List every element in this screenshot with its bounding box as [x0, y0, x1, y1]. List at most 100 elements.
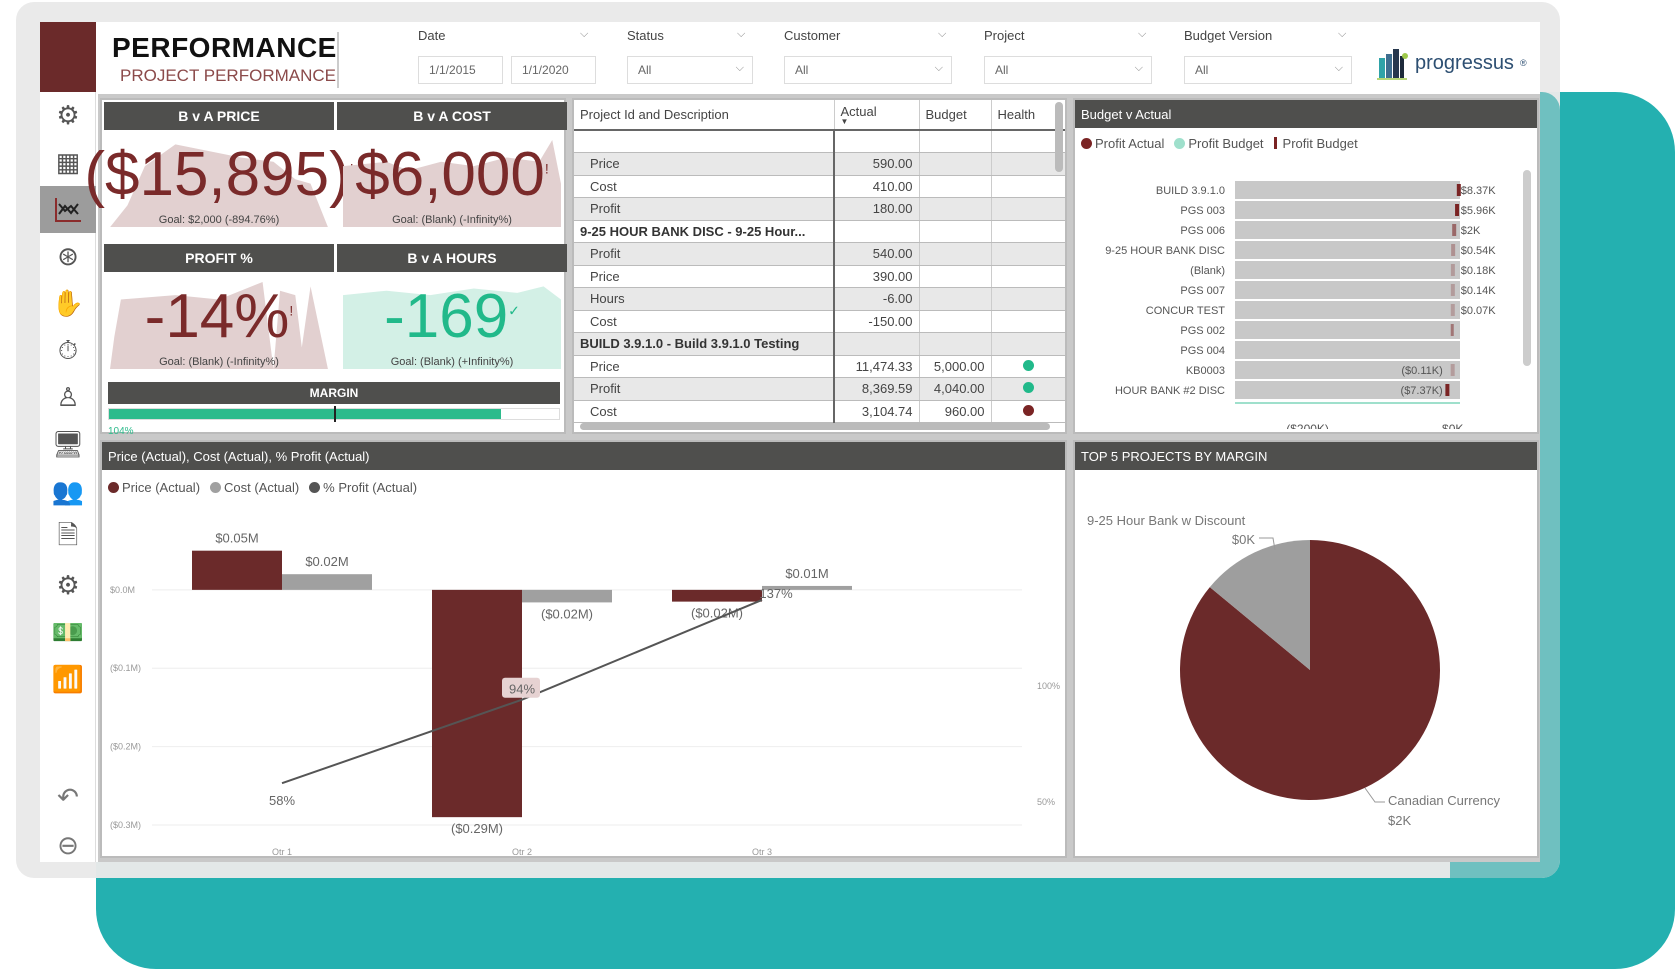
stopwatch-window-icon[interactable]: ⏱ — [40, 327, 96, 374]
legend-swatch — [1081, 138, 1092, 149]
chart-scrollbar[interactable] — [1523, 170, 1531, 366]
table-row[interactable]: Price 390.00 — [574, 265, 1065, 288]
arrow-left-circle-icon[interactable]: ⊖ — [40, 830, 96, 861]
status-filter: Status ⌵ All ⌵ — [627, 28, 753, 84]
top5-margin-panel: TOP 5 PROJECTS BY MARGIN 9-25 Hour Bank … — [1073, 440, 1539, 858]
chevron-down-icon[interactable]: ⌵ — [1138, 28, 1146, 41]
kpi-bva-hours[interactable]: B v A HOURS -169✓ Goal: (Blank) (+Infini… — [337, 244, 567, 382]
report-canvas: B v A PRICE ($15,895)! Goal: $2,000 (-89… — [84, 94, 1540, 862]
chevron-down-icon[interactable]: ⌵ — [1338, 28, 1346, 41]
budget-v-actual-chart: BUILD 3.9.1.0 $8.37K PGS 003 $5.96K PGS 006 $… — [1105, 181, 1496, 436]
cell-actual: 8,369.59 — [833, 377, 919, 401]
chart-legend: Price (Actual) Cost (Actual) % Profit (A… — [102, 470, 1065, 505]
project-select[interactable]: All ⌵ — [984, 56, 1152, 84]
table-horizontal-scrollbar[interactable] — [580, 423, 1050, 430]
panel-title: Budget v Actual — [1075, 100, 1537, 128]
cell-budget — [918, 175, 991, 198]
customer-select-value: All — [795, 63, 809, 77]
bar-data-label: $0.05M — [215, 531, 258, 546]
bva-category-label: 9-25 HOUR BANK DISC — [1105, 245, 1225, 257]
cash-stack-icon[interactable]: 💵 — [40, 609, 96, 656]
status-filter-label: Status — [627, 28, 664, 43]
column-header-actual[interactable]: Actual ▼ — [833, 100, 919, 131]
invoice-icon[interactable]: 🗎 — [40, 515, 96, 562]
coins-hand-icon[interactable]: ✋ — [40, 280, 96, 327]
undo-icon[interactable]: ↶ — [40, 782, 96, 813]
date-end-input[interactable]: 1/1/2020 — [511, 56, 596, 84]
table-row[interactable]: Price 11,474.33 5,000.00 — [574, 355, 1065, 378]
bva-background-bar — [1235, 221, 1460, 239]
chevron-down-icon: ⌵ — [934, 62, 943, 74]
date-start-input[interactable]: 1/1/2015 — [418, 56, 503, 84]
progressus-logo: progressus ® — [1377, 46, 1527, 80]
budget-version-select-value: All — [1195, 63, 1209, 77]
table-row[interactable]: Profit 540.00 — [574, 242, 1065, 266]
margin-target-marker — [334, 406, 336, 422]
price-bar — [672, 589, 762, 602]
chevron-down-icon: ⌵ — [735, 62, 744, 74]
cell-actual — [833, 220, 919, 243]
column-header-budget[interactable]: Budget — [918, 100, 991, 131]
line-data-label: 58% — [269, 793, 295, 808]
monitor-gear-icon[interactable]: 🖥 — [40, 421, 96, 468]
column-header-health[interactable]: Health — [990, 100, 1065, 131]
table-row[interactable]: Price 590.00 — [574, 152, 1065, 176]
legend-item[interactable]: Price (Actual) — [108, 480, 200, 495]
pie-label-name: Canadian Currency — [1388, 793, 1501, 808]
table-row[interactable]: Cost 3,104.74 960.00 — [574, 400, 1065, 423]
kpi-bva-cost[interactable]: B v A COST $6,000! Goal: (Blank) (-Infin… — [337, 102, 567, 240]
bva-category-label: PGS 007 — [1180, 285, 1225, 297]
legend-item[interactable]: Profit Budget — [1174, 136, 1264, 151]
bva-background-bar — [1235, 261, 1460, 279]
bva-x-tick-label: $0K — [1442, 422, 1463, 429]
cell-health — [990, 152, 1065, 176]
table-vertical-scrollbar[interactable] — [1055, 102, 1063, 172]
sort-desc-icon: ▼ — [840, 117, 849, 126]
page-title: PERFORMANCE — [112, 32, 337, 63]
coin-hands-icon[interactable]: ⊛ — [40, 233, 96, 280]
health-status-dot — [1022, 382, 1034, 394]
checkmark-indicator-icon: ✓ — [508, 302, 520, 319]
bva-profit-actual-mark — [1450, 264, 1455, 276]
kpi-value: -169✓ — [384, 282, 520, 351]
legend-swatch — [210, 482, 222, 493]
x-tick-label: Qtr 3 — [752, 847, 772, 855]
cell-budget — [918, 220, 991, 243]
column-header-project[interactable]: Project Id and Description — [574, 100, 834, 131]
growth-bars-icon[interactable]: 📶 — [40, 656, 96, 703]
dollar-gear-icon[interactable]: ⚙ — [40, 562, 96, 609]
settings-badge-icon[interactable]: ⚙ — [40, 92, 96, 139]
bva-category-label: (Blank) — [1190, 265, 1225, 277]
chevron-down-icon[interactable]: ⌵ — [580, 28, 588, 41]
customer-filter: Customer ⌵ All ⌵ — [784, 28, 952, 84]
legend-item[interactable]: Cost (Actual) — [210, 480, 299, 495]
cell-budget: 960.00 — [918, 400, 991, 423]
legend-item[interactable]: % Profit (Actual) — [309, 480, 417, 495]
customer-filter-label: Customer — [784, 28, 841, 43]
kpi-title: PROFIT % — [104, 244, 334, 272]
chevron-down-icon[interactable]: ⌵ — [737, 28, 745, 41]
table-group-row[interactable]: BUILD 3.9.1.0 - Build 3.9.1.0 Testing — [574, 332, 1065, 356]
kpi-value: -14%! — [144, 282, 294, 351]
org-chart-icon[interactable]: ♙ — [40, 374, 96, 421]
kpi-profit-pct[interactable]: PROFIT % -14%! Goal: (Blank) (-Infinity%… — [104, 244, 334, 382]
cell-actual: 11,474.33 — [833, 355, 919, 378]
table-row[interactable]: Profit 180.00 — [574, 197, 1065, 221]
cell-actual: 180.00 — [833, 197, 919, 221]
kpi-goal: Goal: $2,000 (-894.76%) — [158, 214, 280, 226]
status-select[interactable]: All ⌵ — [627, 56, 753, 84]
users-icon[interactable]: 👥 — [40, 468, 96, 515]
legend-item[interactable]: Profit Budget — [1273, 136, 1358, 151]
chevron-down-icon[interactable]: ⌵ — [938, 28, 946, 41]
price-cost-profit-chart: $0.0M ($0.1M) ($0.2M) ($0.3M) 100% 50% Qtr 1 $0… — [110, 531, 1060, 857]
table-row[interactable]: Profit 8,369.59 4,040.00 — [574, 377, 1065, 401]
table-row[interactable]: Hours -6.00 — [574, 287, 1065, 311]
table-row[interactable]: Cost 410.00 — [574, 175, 1065, 198]
kpi-bva-price[interactable]: B v A PRICE ($15,895)! Goal: $2,000 (-89… — [84, 102, 354, 240]
legend-item[interactable]: Profit Actual — [1081, 136, 1164, 151]
table-row[interactable] — [574, 130, 1065, 153]
customer-select[interactable]: All ⌵ — [784, 56, 952, 84]
table-row[interactable]: Cost -150.00 — [574, 310, 1065, 333]
budget-version-select[interactable]: All ⌵ — [1184, 56, 1352, 84]
table-group-row[interactable]: 9-25 HOUR BANK DISC - 9-25 Hour... — [574, 220, 1065, 243]
